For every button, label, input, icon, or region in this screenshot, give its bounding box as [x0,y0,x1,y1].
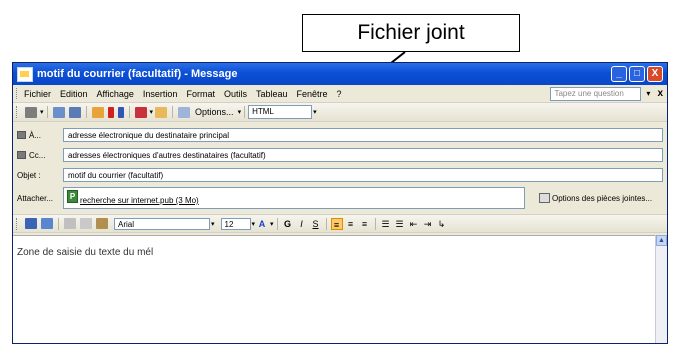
cc-field[interactable]: adresses électroniques d'autres destinat… [63,148,663,162]
toolbar-separator [58,217,59,230]
toolbar-separator [85,106,87,118]
menu-bar: Fichier Edition Affichage Insertion Form… [13,85,667,103]
address-book-icon [17,151,26,159]
menu-edition[interactable]: Edition [60,89,88,99]
insert-file-icon[interactable] [91,106,104,118]
menu-tableau[interactable]: Tableau [256,89,288,99]
flag-dropdown-icon[interactable]: ▾ [150,108,154,116]
subject-field[interactable]: motif du courrier (facultatif) [63,168,663,182]
vertical-scrollbar[interactable]: ▲ [655,235,667,343]
publisher-file-icon: P [67,190,78,203]
horizontal-line-icon[interactable]: ↳ [436,218,448,230]
menu-grip-icon [16,88,20,99]
options-icon[interactable] [178,106,191,118]
menu-fichier[interactable]: Fichier [24,89,51,99]
underline-button[interactable]: S [310,218,322,230]
size-dropdown-icon[interactable]: ▾ [252,220,256,228]
font-dropdown-icon[interactable]: ▾ [211,220,215,228]
font-name-select[interactable]: Arial [114,217,210,230]
follow-up-flag-icon[interactable] [134,106,147,118]
to-button[interactable]: À... [13,131,63,140]
bold-button[interactable]: G [282,218,294,230]
attach-row: Attacher... P recherche sur internet.pub… [13,185,667,211]
increase-indent-icon[interactable]: ⇥ [422,218,434,230]
address-book-icon[interactable] [52,106,65,118]
align-left-icon[interactable]: ≡ [330,217,343,230]
document-close-button[interactable]: x [657,88,663,99]
to-label: À... [29,130,42,140]
importance-low-icon[interactable] [117,106,124,118]
toolbar-separator [374,217,376,230]
message-format-select[interactable]: HTML [248,105,313,119]
align-right-icon[interactable]: ≡ [359,218,371,230]
italic-button[interactable]: I [296,218,308,230]
options-button[interactable]: Options... [195,107,234,117]
ask-dropdown-icon[interactable]: ▾ [641,89,655,98]
callout-fichier-joint: Fichier joint [302,14,520,52]
message-window: motif du courrier (facultatif) - Message… [12,62,668,344]
color-dropdown-icon[interactable]: ▾ [270,220,274,228]
menu-outils[interactable]: Outils [224,89,247,99]
numbered-list-icon[interactable]: ☰ [380,218,392,230]
format-dropdown-icon[interactable]: ▾ [313,108,317,116]
scroll-up-icon[interactable]: ▲ [656,235,667,246]
font-color-icon[interactable]: A [256,218,268,230]
standard-toolbar: ▾ ▾ Options... ▾ HTML ▾ [13,103,667,122]
attach-dropdown-icon[interactable]: ▾ [40,108,44,116]
paste-icon[interactable] [96,218,108,229]
to-field[interactable]: adresse électronique du destinataire pri… [63,128,663,142]
toolbar-separator [276,217,278,230]
formatting-toolbar: Arial ▾ 12 ▾ A ▾ G I S ≡ ≡ ≡ ☰ ☰ ⇤ ⇥ ↳ [13,214,667,233]
attachment-link[interactable]: recherche sur internet.pub (3 Mo) [80,196,199,205]
attach-file-icon[interactable] [25,106,37,118]
to-row: À... adresse électronique du destinatair… [13,125,667,145]
cut-icon[interactable] [64,218,76,229]
cc-label: Cc... [29,150,46,160]
permission-icon[interactable] [155,106,168,118]
menu-affichage[interactable]: Affichage [97,89,134,99]
message-format-value: HTML [252,107,274,116]
cc-button[interactable]: Cc... [13,151,63,160]
address-book-icon [17,131,26,139]
cc-row: Cc... adresses électroniques d'autres de… [13,145,667,165]
print-icon[interactable] [41,218,53,229]
toolbar-separator [172,106,174,118]
toolbar-grip-icon [16,106,20,118]
callout-text: Fichier joint [357,21,465,44]
copy-icon[interactable] [80,218,92,229]
message-body-text: Zone de saisie du texte du mél [17,247,154,258]
check-names-icon[interactable] [68,106,81,118]
menu-help[interactable]: ? [337,89,342,99]
message-body[interactable]: Zone de saisie du texte du mél [13,235,657,343]
menu-format[interactable]: Format [186,89,215,99]
ask-question-input[interactable]: Tapez une question [550,86,642,101]
options-dropdown-icon[interactable]: ▾ [238,108,242,116]
attach-button[interactable]: Attacher... [13,194,63,203]
close-button[interactable]: X [647,66,663,82]
attach-field[interactable]: P recherche sur internet.pub (3 Mo) [63,187,525,209]
title-bar[interactable]: motif du courrier (facultatif) - Message… [13,63,667,85]
toolbar-separator [46,106,48,118]
toolbar-grip-icon [16,217,20,230]
save-icon[interactable] [25,218,37,229]
menu-fenetre[interactable]: Fenêtre [297,89,328,99]
toolbar-separator [325,217,327,230]
message-icon [17,66,33,82]
window-title: motif du courrier (facultatif) - Message [37,68,238,80]
minimize-button[interactable]: _ [611,66,627,82]
attachment-options-icon [539,193,550,203]
toolbar-separator [244,106,246,118]
subject-row: Objet : motif du courrier (facultatif) [13,165,667,185]
toolbar-separator [128,106,130,118]
bullet-list-icon[interactable]: ☰ [394,218,406,230]
attachment-options-button[interactable]: Options des pièces jointes... [539,193,652,203]
menu-insertion[interactable]: Insertion [143,89,178,99]
font-size-select[interactable]: 12 [220,217,251,230]
importance-high-icon[interactable] [107,106,114,118]
subject-label: Objet : [17,170,41,180]
attachment-options-label: Options des pièces jointes... [552,193,653,203]
align-center-icon[interactable]: ≡ [345,218,357,230]
decrease-indent-icon[interactable]: ⇤ [408,218,420,230]
maximize-button[interactable]: □ [629,66,645,82]
